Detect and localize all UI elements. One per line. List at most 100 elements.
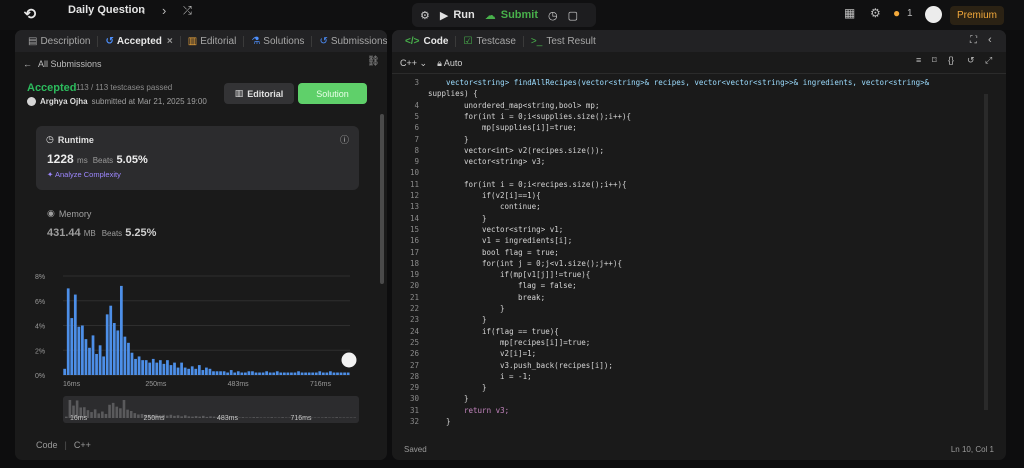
settings-icon[interactable]: ⚙ bbox=[870, 6, 881, 20]
chart-bar[interactable] bbox=[173, 362, 176, 375]
chart-bar[interactable] bbox=[286, 372, 290, 375]
chart-bar[interactable] bbox=[88, 347, 91, 375]
left-scrollbar[interactable] bbox=[380, 114, 384, 284]
streak-fire-icon[interactable]: ● bbox=[893, 6, 900, 20]
chart-bar[interactable] bbox=[197, 365, 201, 375]
chart-bar[interactable] bbox=[339, 372, 343, 375]
braces-icon[interactable]: {} bbox=[948, 55, 954, 65]
chart-bar[interactable] bbox=[201, 370, 205, 375]
code-line[interactable]: if(mp[v1[j]]!=true){ bbox=[500, 270, 590, 279]
timer-icon[interactable]: ◷ bbox=[548, 9, 558, 22]
chart-bar[interactable] bbox=[98, 345, 102, 375]
code-line[interactable]: if(v2[i]==1){ bbox=[482, 191, 541, 200]
chart-bar[interactable] bbox=[102, 356, 106, 375]
chart-bar[interactable] bbox=[63, 368, 67, 375]
submit-button[interactable]: ☁ Submit bbox=[485, 9, 538, 22]
autocomplete-toggle[interactable]: 🔒︎ Auto bbox=[437, 58, 462, 69]
chart-bar[interactable] bbox=[311, 372, 315, 375]
code-line[interactable]: vector<string> v1; bbox=[482, 225, 563, 234]
chart-bar[interactable] bbox=[148, 362, 152, 375]
next-icon[interactable]: › bbox=[162, 3, 166, 18]
chart-bar[interactable] bbox=[222, 371, 226, 375]
chart-bar[interactable] bbox=[300, 372, 304, 375]
code-line[interactable]: for(int j = 0;j<v1.size();j++){ bbox=[482, 259, 622, 268]
chart-bar[interactable] bbox=[265, 371, 269, 375]
chart-bar[interactable] bbox=[268, 372, 272, 375]
chart-bar[interactable] bbox=[346, 372, 350, 375]
chart-bar[interactable] bbox=[77, 326, 81, 375]
chart-bar[interactable] bbox=[240, 372, 244, 375]
chart-bar[interactable] bbox=[226, 372, 230, 375]
chart-bar[interactable] bbox=[233, 372, 237, 375]
chart-bar[interactable] bbox=[325, 372, 329, 375]
chart-bar[interactable] bbox=[205, 367, 208, 375]
bookmark-icon[interactable]: ⌑ bbox=[932, 55, 937, 66]
code-line[interactable]: v1 = ingredients[i]; bbox=[482, 236, 572, 245]
chart-bar[interactable] bbox=[236, 371, 240, 375]
code-line[interactable]: } bbox=[482, 214, 487, 223]
chart-bar[interactable] bbox=[180, 362, 183, 375]
logo-icon[interactable]: ⟲ bbox=[20, 4, 40, 24]
shuffle-icon[interactable]: ⤮ bbox=[183, 5, 192, 18]
chart-bar[interactable] bbox=[212, 371, 215, 375]
code-line[interactable]: mp[recipes[i]]=true; bbox=[500, 338, 590, 347]
chart-bar[interactable] bbox=[112, 323, 116, 375]
code-line[interactable]: } bbox=[464, 135, 469, 144]
chart-bar[interactable] bbox=[84, 339, 88, 375]
premium-button[interactable]: Premium bbox=[950, 6, 1004, 25]
chart-bar[interactable] bbox=[304, 372, 307, 375]
chart-bar[interactable] bbox=[215, 371, 219, 375]
chart-bar[interactable] bbox=[272, 372, 276, 375]
chart-bar[interactable] bbox=[329, 371, 332, 375]
chart-bar[interactable] bbox=[297, 371, 300, 375]
code-line[interactable]: } bbox=[464, 394, 469, 403]
chart-bar[interactable] bbox=[321, 372, 325, 375]
chart-bar[interactable] bbox=[219, 371, 222, 375]
code-line[interactable]: for(int i = 0;i<supplies.size();i++){ bbox=[464, 112, 631, 121]
code-line[interactable]: unordered_map<string,bool> mp; bbox=[464, 101, 599, 110]
chart-bar[interactable] bbox=[318, 371, 322, 375]
chart-bar[interactable] bbox=[314, 372, 318, 375]
code-line[interactable]: bool flag = true; bbox=[482, 248, 559, 257]
chart-bar[interactable] bbox=[141, 360, 144, 375]
code-line[interactable]: flag = false; bbox=[518, 281, 577, 290]
chart-bar[interactable] bbox=[151, 358, 155, 375]
code-line[interactable]: v2[i]=1; bbox=[500, 349, 536, 358]
chart-bar[interactable] bbox=[95, 353, 98, 375]
code-line[interactable]: continue; bbox=[500, 202, 541, 211]
chart-bar[interactable] bbox=[194, 368, 198, 375]
tab-testcase[interactable]: ☑ Testcase bbox=[456, 35, 524, 47]
chart-bar[interactable] bbox=[290, 372, 293, 375]
code-line[interactable]: i = -1; bbox=[500, 372, 532, 381]
chart-bar[interactable] bbox=[293, 372, 297, 375]
reset-icon[interactable]: ↺ bbox=[967, 55, 975, 66]
prev-icon[interactable]: ‹ bbox=[141, 3, 145, 18]
maximize-icon[interactable]: ⛶ bbox=[970, 35, 977, 46]
chart-bar[interactable] bbox=[176, 367, 180, 375]
chart-bar[interactable] bbox=[70, 318, 74, 375]
chart-bar[interactable] bbox=[336, 372, 339, 375]
code-line[interactable]: } bbox=[482, 315, 487, 324]
code-line[interactable]: mp[supplies[i]]=true; bbox=[482, 123, 577, 132]
chart-bar[interactable] bbox=[251, 371, 254, 375]
chart-bar[interactable] bbox=[343, 372, 346, 375]
language-select[interactable]: C++ ⌄ bbox=[400, 58, 427, 69]
code-line[interactable]: vector<string> findAllRecipes(vector<str… bbox=[446, 78, 929, 87]
chart-bar[interactable] bbox=[144, 360, 148, 375]
mini-range-selector[interactable] bbox=[63, 396, 359, 423]
chart-bar[interactable] bbox=[73, 294, 77, 375]
code-line[interactable]: return v3; bbox=[464, 406, 509, 415]
note-icon[interactable]: ▢ bbox=[568, 9, 578, 22]
code-line[interactable]: } bbox=[446, 417, 451, 426]
run-button[interactable]: ▶ Run bbox=[440, 9, 475, 22]
code-line[interactable]: for(int i = 0;i<recipes.size();i++){ bbox=[464, 180, 627, 189]
debug-icon[interactable]: ⚙ bbox=[420, 9, 430, 22]
code-editor[interactable]: 3 vector<string> findAllRecipes(vector<st… bbox=[392, 76, 1006, 436]
fullscreen-icon[interactable]: ⤢ bbox=[985, 55, 992, 66]
chart-bar[interactable] bbox=[116, 330, 120, 375]
chart-bar[interactable] bbox=[258, 372, 261, 375]
editor-scrollbar[interactable] bbox=[984, 94, 988, 410]
code-line[interactable]: if(flag == true){ bbox=[482, 327, 559, 336]
layout-icon[interactable]: ▦ bbox=[844, 6, 855, 20]
tab-test-result[interactable]: >_ Test Result bbox=[524, 36, 603, 47]
